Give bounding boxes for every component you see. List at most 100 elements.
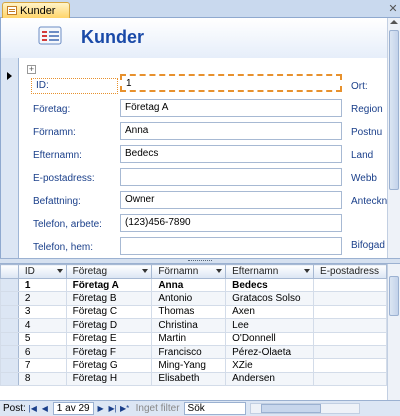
cell-company[interactable]: Företag F	[65, 344, 153, 360]
cell-first-name[interactable]: Christina	[151, 318, 227, 333]
chevron-down-icon[interactable]	[56, 269, 63, 273]
cell-last-name[interactable]: Lee	[225, 318, 315, 333]
cell-id[interactable]: 4	[17, 318, 67, 333]
close-icon[interactable]: ✕	[387, 3, 399, 15]
table-row[interactable]: 1 Företag A Anna Bedecs	[0, 277, 387, 293]
select-all-corner[interactable]	[0, 264, 19, 279]
cell-email[interactable]	[313, 331, 387, 346]
cell-email[interactable]	[313, 277, 387, 293]
previous-record-icon[interactable]: ◀	[40, 404, 50, 414]
cell-last-name[interactable]: Andersen	[225, 371, 315, 387]
current-record-arrow-icon	[7, 72, 12, 80]
form-header: Kunder	[1, 18, 387, 58]
cell-id[interactable]: 5	[17, 331, 67, 346]
column-header-email[interactable]: E-postadress	[313, 264, 387, 279]
label-home-phone: Telefon, hem:	[33, 242, 94, 253]
cell-email[interactable]	[313, 371, 387, 387]
navbar-horizontal-scrollbar[interactable]	[249, 403, 360, 414]
cell-email[interactable]	[313, 304, 387, 320]
cell-first-name[interactable]: Antonio	[151, 291, 227, 306]
next-record-icon[interactable]: ▶	[96, 404, 106, 414]
column-header-id[interactable]: ID	[17, 264, 67, 279]
row-selector[interactable]	[0, 277, 19, 293]
field-business-phone[interactable]: (123)456-7890	[120, 214, 342, 232]
cell-company[interactable]: Företag G	[65, 358, 153, 373]
cell-id[interactable]: 8	[17, 371, 67, 387]
cell-email[interactable]	[313, 291, 387, 306]
row-selector[interactable]	[0, 344, 19, 360]
cell-id[interactable]: 6	[17, 344, 67, 360]
cell-last-name[interactable]: Axen	[225, 304, 315, 320]
cell-id[interactable]: 1	[17, 277, 67, 293]
cell-company[interactable]: Företag E	[65, 331, 153, 346]
row-selector[interactable]	[0, 358, 19, 373]
splitter-grip-icon[interactable]	[188, 260, 212, 262]
field-home-phone[interactable]	[120, 237, 342, 255]
table-row[interactable]: 4 Företag D Christina Lee	[0, 318, 387, 333]
table-row[interactable]: 8 Företag H Elisabeth Andersen	[0, 371, 387, 387]
cell-first-name[interactable]: Anna	[151, 277, 227, 293]
cell-email[interactable]	[313, 344, 387, 360]
cell-last-name[interactable]: O'Donnell	[225, 331, 315, 346]
chevron-down-icon[interactable]	[216, 269, 223, 273]
field-last-name[interactable]: Bedecs	[120, 145, 342, 163]
row-selector[interactable]	[0, 304, 19, 320]
column-header-last-name[interactable]: Efternamn	[225, 264, 315, 279]
field-job-title[interactable]: Owner	[120, 191, 342, 209]
last-record-icon[interactable]: ▶|	[108, 404, 118, 414]
cell-company[interactable]: Företag D	[65, 318, 153, 333]
cell-first-name[interactable]: Martin	[151, 331, 227, 346]
label-id: ID:	[31, 78, 118, 94]
cell-email[interactable]	[313, 358, 387, 373]
cell-id[interactable]: 3	[17, 304, 67, 320]
scroll-thumb[interactable]	[389, 30, 399, 190]
cell-last-name[interactable]: XZie	[225, 358, 315, 373]
cell-last-name[interactable]: Gratacos Solso	[225, 291, 315, 306]
cell-company[interactable]: Företag B	[65, 291, 153, 306]
new-record-icon[interactable]: ▶*	[120, 404, 130, 414]
table-row[interactable]: 2 Företag B Antonio Gratacos Solso	[0, 291, 387, 306]
column-header-first-name[interactable]: Förnamn	[151, 264, 227, 279]
cell-last-name[interactable]: Pérez-Olaeta	[225, 344, 315, 360]
cell-company[interactable]: Företag C	[65, 304, 153, 320]
cell-id[interactable]: 7	[17, 358, 67, 373]
chevron-down-icon[interactable]	[142, 269, 149, 273]
field-id[interactable]: 1	[120, 74, 342, 92]
cell-email[interactable]	[313, 318, 387, 333]
row-selector[interactable]	[0, 291, 19, 306]
cell-first-name[interactable]: Francisco	[151, 344, 227, 360]
scroll-thumb[interactable]	[389, 276, 399, 316]
filter-indicator[interactable]: Inget filter	[136, 403, 180, 414]
column-label: E-postadress	[320, 266, 379, 277]
current-record-input[interactable]: 1 av 29	[52, 402, 94, 415]
table-row[interactable]: 5 Företag E Martin O'Donnell	[0, 331, 387, 346]
scroll-thumb[interactable]	[260, 404, 321, 413]
cell-company[interactable]: Företag A	[65, 277, 153, 293]
chevron-down-icon[interactable]	[304, 269, 311, 273]
field-first-name[interactable]: Anna	[120, 122, 342, 140]
table-row[interactable]: 6 Företag F Francisco Pérez-Olaeta	[0, 344, 387, 360]
row-selector[interactable]	[0, 318, 19, 333]
row-selector[interactable]	[0, 371, 19, 387]
record-selector[interactable]	[1, 58, 19, 258]
scroll-up-icon[interactable]	[390, 20, 398, 24]
cell-last-name[interactable]: Bedecs	[225, 277, 315, 293]
datasheet-vertical-scrollbar[interactable]	[387, 264, 400, 400]
table-row[interactable]: 7 Företag G Ming-Yang XZie	[0, 358, 387, 373]
column-header-company[interactable]: Företag	[65, 264, 153, 279]
label-job-title: Befattning:	[33, 196, 81, 207]
table-row[interactable]: 3 Företag C Thomas Axen	[0, 304, 387, 320]
field-company[interactable]: Företag A	[120, 99, 342, 117]
tab-kunder[interactable]: Kunder	[2, 2, 70, 18]
form-vertical-scrollbar[interactable]	[387, 18, 400, 258]
cell-id[interactable]: 2	[17, 291, 67, 306]
cell-first-name[interactable]: Elisabeth	[151, 371, 227, 387]
first-record-icon[interactable]: |◀	[28, 404, 38, 414]
layout-move-handle-icon[interactable]: +	[27, 65, 36, 74]
cell-first-name[interactable]: Thomas	[151, 304, 227, 320]
cell-first-name[interactable]: Ming-Yang	[151, 358, 227, 373]
cell-company[interactable]: Företag H	[65, 371, 153, 387]
row-selector[interactable]	[0, 331, 19, 346]
field-email[interactable]	[120, 168, 342, 186]
search-input[interactable]: Sök	[183, 402, 246, 415]
